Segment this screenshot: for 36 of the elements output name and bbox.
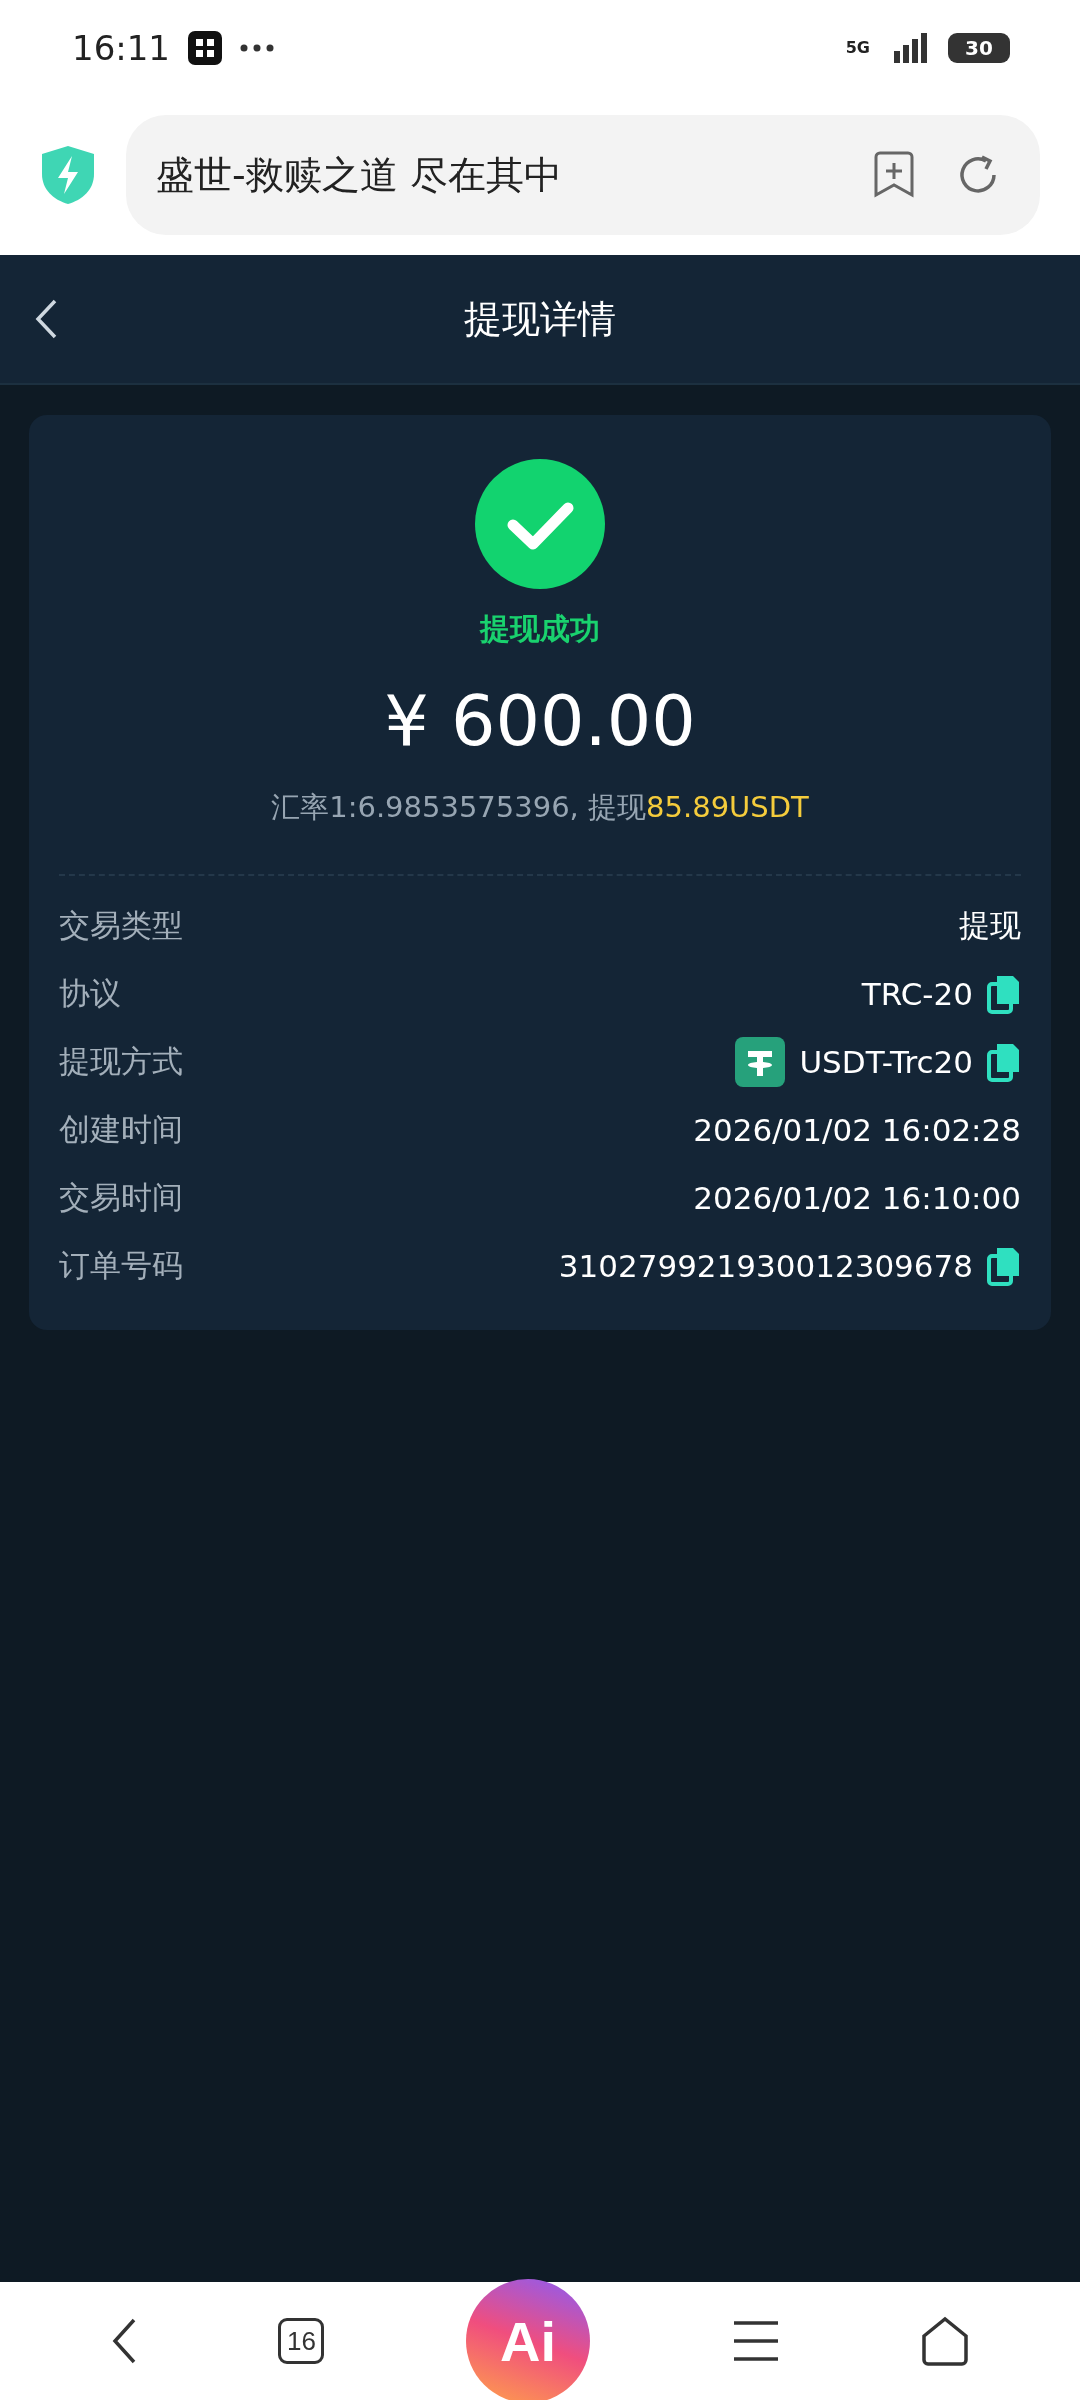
detail-label: 订单号码 xyxy=(59,1246,183,1285)
check-icon xyxy=(475,459,605,589)
detail-value: TRC-20 xyxy=(861,976,973,1012)
copy-icon xyxy=(987,1246,1021,1286)
tabs-button[interactable]: 16 xyxy=(278,2318,325,2364)
status-text: 提现成功 xyxy=(480,610,600,648)
menu-button[interactable] xyxy=(731,2320,780,2362)
tether-icon xyxy=(735,1037,786,1087)
copy-icon xyxy=(987,1042,1021,1082)
app-icon xyxy=(188,30,222,65)
detail-value: 2026/01/02 16:10:00 xyxy=(693,1180,1021,1216)
detail-value: 提现 xyxy=(959,906,1021,945)
detail-label: 交易类型 xyxy=(59,906,183,945)
amount-text: ¥ 600.00 xyxy=(384,680,696,762)
page-title: 盛世-救赎之道 尽在其中 xyxy=(156,151,563,199)
battery-level: 30 xyxy=(948,32,1010,63)
detail-label: 交易时间 xyxy=(59,1178,183,1217)
detail-value: 2026/01/02 16:02:28 xyxy=(693,1112,1021,1148)
rate-text: 汇率1:6.9853575396, 提现85.89USDT xyxy=(271,789,809,826)
home-button[interactable] xyxy=(921,2316,970,2366)
copy-button[interactable] xyxy=(987,1042,1021,1082)
detail-value: 310279921930012309678 xyxy=(558,1248,973,1284)
more-icon xyxy=(240,43,274,52)
status-time: 16:11 xyxy=(72,27,170,68)
detail-label: 提现方式 xyxy=(59,1042,183,1081)
bookmark-add-button[interactable] xyxy=(872,151,916,199)
copy-button[interactable] xyxy=(987,1246,1021,1286)
copy-button[interactable] xyxy=(987,974,1021,1014)
header-title: 提现详情 xyxy=(464,295,616,343)
detail-value: USDT-Trc20 xyxy=(799,1044,973,1080)
detail-label: 创建时间 xyxy=(59,1110,183,1149)
shield-icon xyxy=(40,144,96,206)
detail-label: 协议 xyxy=(59,974,121,1013)
network-type: 5G xyxy=(845,38,870,57)
back-button[interactable] xyxy=(110,2317,137,2365)
copy-icon xyxy=(987,974,1021,1014)
